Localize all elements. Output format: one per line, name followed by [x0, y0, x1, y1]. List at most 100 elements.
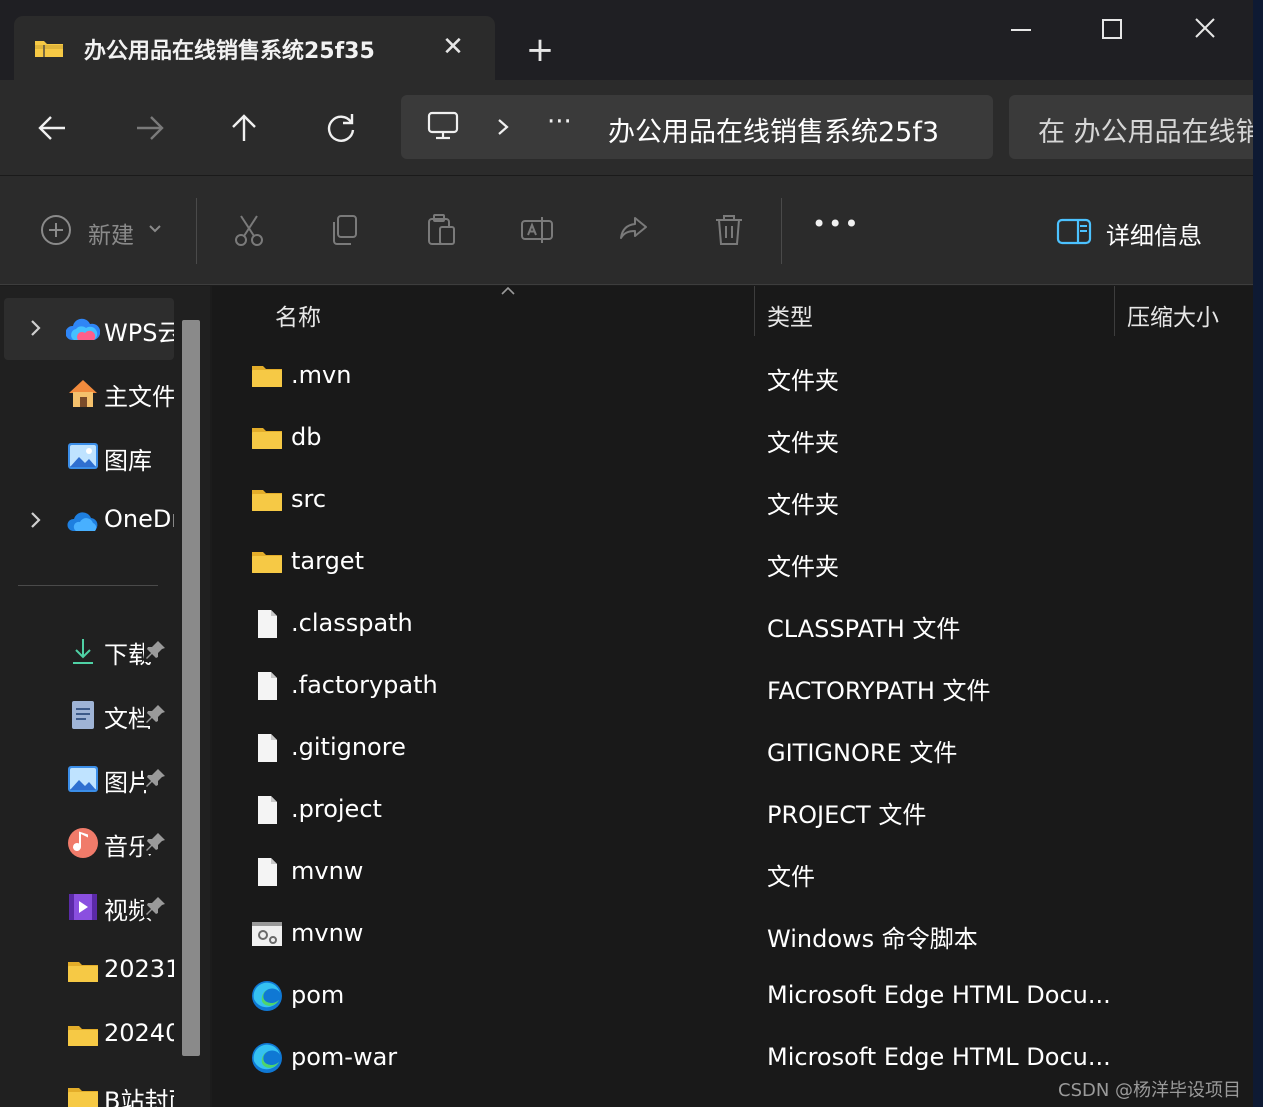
pin-icon[interactable] [144, 894, 168, 918]
refresh-icon[interactable] [321, 108, 361, 148]
sidebar-item-gallery[interactable]: 图库 [4, 426, 174, 488]
file-row[interactable]: .mvn 文件夹 [212, 346, 1253, 408]
arrow-left-icon[interactable] [33, 108, 73, 148]
sidebar-item-wps-cloud[interactable]: WPS云盘 [4, 298, 174, 360]
chevron-right-icon[interactable] [26, 508, 44, 532]
close-icon[interactable] [1182, 10, 1228, 50]
more-options-button[interactable]: ••• [812, 210, 860, 238]
active-tab[interactable]: 办公用品在线销售系统25f35 ✕ [14, 16, 495, 80]
pin-icon[interactable] [144, 830, 168, 854]
file-row[interactable]: .factorypath FACTORYPATH 文件 [212, 656, 1253, 718]
file-type: Microsoft Edge HTML Docu... [767, 981, 1111, 1009]
file-name: mvnw [291, 919, 364, 947]
folder-zip-icon [35, 41, 63, 57]
file-name: .factorypath [291, 671, 438, 699]
delete-icon[interactable] [711, 212, 747, 248]
column-header-type[interactable]: 类型 [767, 298, 813, 332]
file-type: Windows 命令脚本 [767, 925, 978, 953]
file-row[interactable]: src 文件夹 [212, 470, 1253, 532]
sidebar-item-folder-bilibili[interactable]: B站封面 [4, 1066, 174, 1107]
chevron-right-icon[interactable] [493, 115, 513, 139]
rename-icon[interactable] [519, 212, 555, 248]
file-row[interactable]: target 文件夹 [212, 532, 1253, 594]
file-icon [258, 610, 277, 638]
video-icon [69, 894, 97, 920]
breadcrumb-current[interactable]: 办公用品在线销售系统25f35 [608, 110, 938, 149]
file-row[interactable]: .classpath CLASSPATH 文件 [212, 594, 1253, 656]
folder-icon [252, 428, 282, 449]
sidebar-divider [18, 585, 158, 586]
folder-icon [68, 1026, 98, 1046]
share-icon[interactable] [615, 212, 651, 248]
this-pc-icon[interactable] [426, 109, 460, 143]
desktop-edge [1253, 0, 1263, 1107]
file-row[interactable]: pom Microsoft Edge HTML Docu... [212, 966, 1253, 1028]
sidebar-item-videos[interactable]: 视频 [4, 876, 174, 938]
column-separator[interactable] [1114, 286, 1115, 336]
plus-circle-icon[interactable] [38, 212, 74, 248]
sidebar-item-pictures[interactable]: 图片 [4, 748, 174, 810]
file-type: 文件 [767, 863, 815, 891]
pin-icon[interactable] [144, 702, 168, 726]
file-name: target [291, 547, 364, 575]
wps-cloud-icon [66, 318, 100, 340]
sidebar-item-label: 图库 [104, 447, 152, 475]
chevron-down-icon[interactable] [146, 222, 164, 236]
file-row[interactable]: db 文件夹 [212, 408, 1253, 470]
search-placeholder: 在 办公用品在线销售系统25f35 中搜索 [1038, 117, 1263, 148]
paste-icon[interactable] [423, 212, 459, 248]
file-name: .project [291, 795, 382, 823]
new-tab-button[interactable]: + [522, 32, 558, 68]
file-row[interactable]: .project PROJECT 文件 [212, 780, 1253, 842]
file-list: 名称 类型 压缩大小 .mvn 文件夹 db 文件夹 src 文件夹 target 文件夹 .c… [212, 286, 1253, 1107]
cut-icon[interactable] [231, 212, 267, 248]
sidebar-item-label: 主文件夹 [104, 383, 174, 411]
file-row[interactable]: .gitignore GITIGNORE 文件 [212, 718, 1253, 780]
arrow-right-icon[interactable] [129, 108, 169, 148]
sidebar-item-folder-20240[interactable]: 20240 [4, 1004, 174, 1066]
pin-icon[interactable] [144, 766, 168, 790]
command-bar: 新建 ••• 详细信息 [0, 175, 1263, 285]
tab-title: 办公用品在线销售系统25f35 [84, 39, 375, 64]
navigation-pane: WPS云盘 主文件夹 图库 OneDrive [0, 286, 210, 1107]
sidebar-item-folder-20231[interactable]: 20231 [4, 940, 174, 1002]
sidebar-item-onedrive[interactable]: OneDrive [4, 490, 174, 552]
column-header-compressed-size[interactable]: 压缩大小 [1127, 298, 1219, 332]
sidebar-item-label: OneDrive [104, 505, 174, 533]
file-type: FACTORYPATH 文件 [767, 677, 991, 705]
navigation-bar: ··· 办公用品在线销售系统25f35 在 办公用品在线销售系统25f35 中搜… [0, 80, 1263, 175]
details-button[interactable]: 详细信息 [1106, 216, 1202, 251]
tab-close-button[interactable]: ✕ [438, 32, 468, 62]
command-separator [781, 198, 782, 264]
arrow-up-icon[interactable] [224, 108, 264, 148]
sort-ascending-icon [501, 286, 515, 295]
file-type: 文件夹 [767, 553, 839, 581]
file-type: CLASSPATH 文件 [767, 615, 961, 643]
sidebar-item-music[interactable]: 音乐 [4, 812, 174, 874]
search-box[interactable]: 在 办公用品在线销售系统25f35 中搜索 [1009, 95, 1263, 159]
sidebar-item-home[interactable]: 主文件夹 [4, 362, 174, 424]
sidebar-item-documents[interactable]: 文档 [4, 684, 174, 746]
sidebar-item-label: 20231 [104, 955, 174, 983]
copy-icon[interactable] [327, 212, 363, 248]
breadcrumb-overflow-button[interactable]: ··· [547, 107, 572, 137]
column-header-name[interactable]: 名称 [275, 298, 321, 332]
minimize-icon[interactable] [998, 10, 1044, 50]
new-button[interactable]: 新建 [88, 216, 134, 250]
document-icon [72, 701, 94, 729]
pin-icon[interactable] [144, 638, 168, 662]
address-bar[interactable]: ··· 办公用品在线销售系统25f35 [401, 95, 993, 159]
sidebar-item-downloads[interactable]: 下载 [4, 620, 174, 682]
column-separator[interactable] [754, 286, 755, 336]
download-icon [73, 639, 93, 664]
sidebar-scrollbar[interactable] [182, 320, 200, 1056]
file-row[interactable]: mvnw 文件 [212, 842, 1253, 904]
file-name: .classpath [291, 609, 413, 637]
home-icon [69, 380, 97, 407]
details-pane-icon[interactable] [1056, 214, 1092, 250]
chevron-right-icon[interactable] [26, 316, 44, 340]
maximize-icon[interactable] [1089, 10, 1135, 50]
file-name: pom-war [291, 1043, 398, 1071]
file-row[interactable]: mvnw Windows 命令脚本 [212, 904, 1253, 966]
file-icon [258, 672, 277, 700]
